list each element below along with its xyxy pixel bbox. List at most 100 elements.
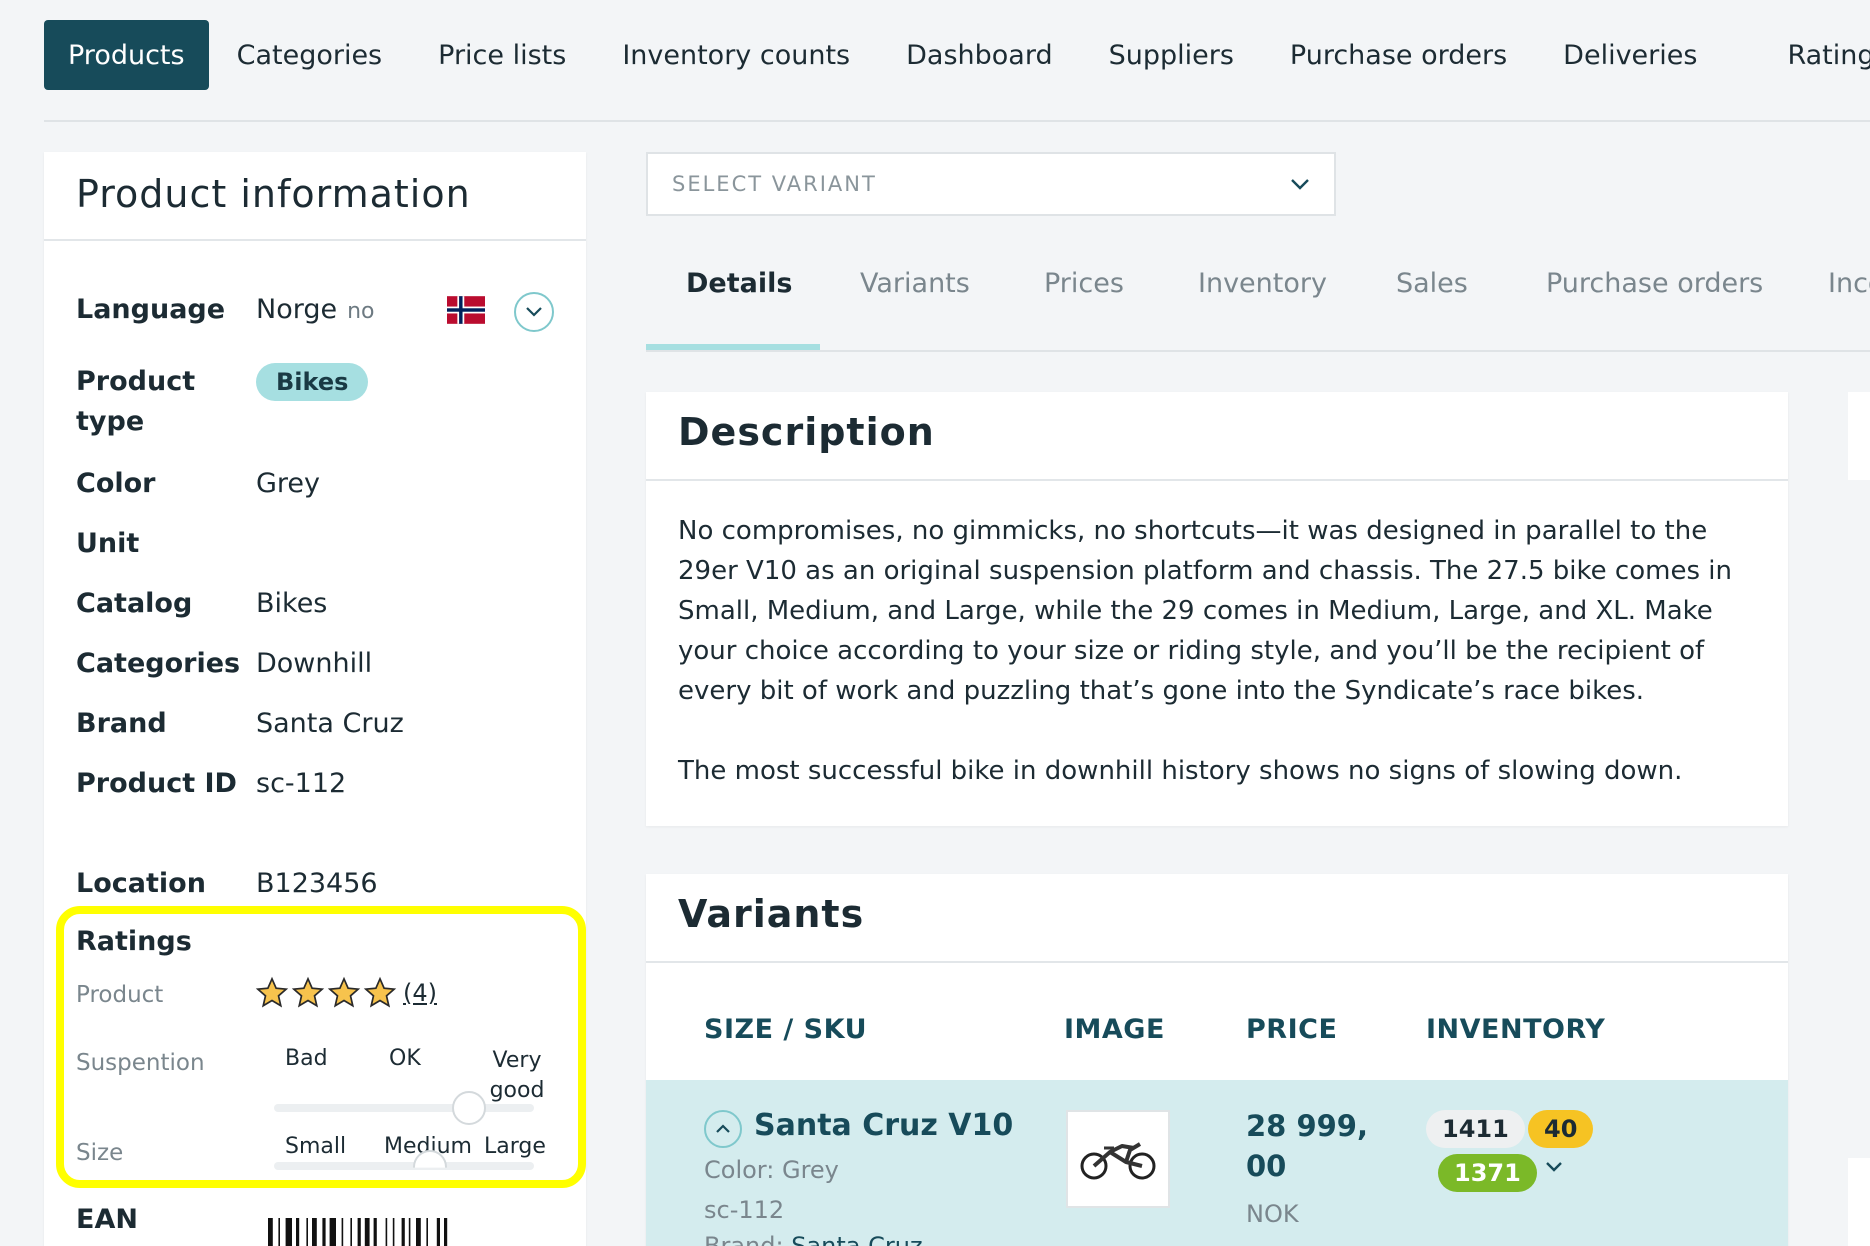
column-inventory[interactable]: INVENTORY bbox=[1426, 1014, 1605, 1045]
tab-prices[interactable]: Prices bbox=[1044, 268, 1124, 299]
suspension-slider-track[interactable] bbox=[274, 1104, 534, 1112]
description-card: Description No compromises, no gimmicks,… bbox=[646, 392, 1788, 826]
variant-color-label: Color: bbox=[704, 1156, 775, 1184]
language-dropdown-button[interactable] bbox=[514, 292, 554, 332]
suspension-rating-label: Suspention bbox=[76, 1050, 205, 1076]
nav-divider bbox=[44, 120, 1870, 122]
size-rating-label: Size bbox=[76, 1140, 124, 1166]
variant-select-placeholder: SELECT VARIANT bbox=[672, 172, 877, 196]
barcode-bar bbox=[350, 1218, 352, 1246]
variant-image[interactable] bbox=[1066, 1110, 1170, 1208]
language-name: Norge bbox=[256, 294, 338, 325]
info-row-product-id: Product ID sc-112 bbox=[76, 764, 586, 804]
tab-variants[interactable]: Variants bbox=[860, 268, 970, 299]
description-paragraph: No compromises, no gimmicks, no shortcut… bbox=[678, 516, 1732, 706]
language-code: no bbox=[347, 299, 375, 324]
column-size-sku[interactable]: SIZE / SKU bbox=[704, 1014, 867, 1045]
ean-label: EAN bbox=[76, 1204, 138, 1235]
barcode-bar bbox=[392, 1218, 395, 1246]
description-paragraph: The most successful bike in downhill his… bbox=[678, 756, 1683, 786]
barcode-image bbox=[268, 1218, 448, 1246]
variant-price: 28 999,00 bbox=[1246, 1109, 1369, 1183]
barcode-bar bbox=[296, 1218, 300, 1246]
product-id-label: Product ID bbox=[76, 768, 237, 799]
tabs-divider bbox=[646, 350, 1870, 352]
unit-label: Unit bbox=[76, 528, 140, 559]
side-card-edge bbox=[1848, 1158, 1870, 1246]
star-icon bbox=[363, 976, 397, 1008]
tab-purchase-orders[interactable]: Purchase orders bbox=[1546, 268, 1763, 299]
variant-brand-label: Brand: bbox=[704, 1232, 784, 1246]
info-row-catalog: Catalog Bikes bbox=[76, 584, 586, 624]
chevron-down-icon bbox=[1291, 179, 1309, 190]
info-row-location: Location B123456 bbox=[76, 864, 586, 904]
variant-brand-value: Santa Cruz bbox=[791, 1232, 923, 1246]
ratings-title: Ratings bbox=[76, 926, 192, 957]
variants-divider bbox=[646, 961, 1788, 963]
size-slider-track[interactable] bbox=[274, 1162, 534, 1170]
star-icon bbox=[327, 976, 361, 1008]
size-scale-large: Large bbox=[484, 1134, 546, 1159]
barcode-bar bbox=[408, 1218, 411, 1246]
star-icon bbox=[291, 976, 325, 1008]
variant-name[interactable]: Santa Cruz V10 bbox=[754, 1108, 1013, 1143]
barcode-bar bbox=[416, 1218, 421, 1246]
nav-price-lists[interactable]: Price lists bbox=[410, 20, 594, 90]
rating-count-link[interactable]: (4) bbox=[403, 979, 437, 1007]
tab-inco[interactable]: Inco bbox=[1828, 268, 1870, 299]
barcode-bar bbox=[385, 1218, 388, 1246]
location-value: B123456 bbox=[256, 868, 378, 899]
info-row-unit: Unit bbox=[76, 524, 586, 564]
panel-title: Product information bbox=[76, 172, 471, 216]
nav-categories[interactable]: Categories bbox=[209, 20, 411, 90]
tab-sales[interactable]: Sales bbox=[1396, 268, 1468, 299]
variants-card: Variants SIZE / SKU IMAGE PRICE INVENTOR… bbox=[646, 874, 1788, 1246]
product-rating-stars[interactable]: (4) bbox=[255, 976, 437, 1010]
nav-inventory-counts[interactable]: Inventory counts bbox=[594, 20, 878, 90]
nav-dashboard[interactable]: Dashboard bbox=[878, 20, 1080, 90]
info-row-categories: Categories Downhill bbox=[76, 644, 586, 684]
brand-label: Brand bbox=[76, 708, 167, 739]
column-price[interactable]: PRICE bbox=[1246, 1014, 1337, 1045]
barcode-bar bbox=[341, 1218, 344, 1246]
star-icon bbox=[255, 976, 289, 1008]
product-id-value: sc-112 bbox=[256, 768, 347, 799]
barcode-bar bbox=[426, 1218, 428, 1246]
size-scale-small: Small bbox=[285, 1134, 347, 1159]
info-row-product-type: Product type Bikes bbox=[76, 362, 586, 442]
barcode-bar bbox=[444, 1218, 448, 1246]
nav-purchase-orders[interactable]: Purchase orders bbox=[1262, 20, 1535, 90]
product-type-badge: Bikes bbox=[256, 363, 369, 401]
barcode-bar bbox=[329, 1218, 336, 1246]
suspension-scale-bad: Bad bbox=[285, 1046, 328, 1071]
nav-suppliers[interactable]: Suppliers bbox=[1081, 20, 1262, 90]
location-label: Location bbox=[76, 868, 206, 899]
bike-image bbox=[1080, 1142, 1156, 1180]
norway-flag-icon bbox=[447, 296, 485, 324]
variants-title: Variants bbox=[678, 892, 865, 936]
chevron-down-icon[interactable] bbox=[1544, 1160, 1564, 1174]
barcode-bar bbox=[322, 1218, 326, 1246]
barcode-bar bbox=[364, 1218, 370, 1246]
panel-divider bbox=[44, 239, 586, 241]
chevron-up-icon bbox=[716, 1124, 730, 1133]
barcode-bar bbox=[436, 1218, 440, 1246]
description-title: Description bbox=[678, 410, 935, 454]
nav-products[interactable]: Products bbox=[44, 20, 209, 90]
language-value: Norge no bbox=[256, 290, 375, 332]
variant-sku: sc-112 bbox=[704, 1196, 785, 1224]
table-row[interactable]: Santa Cruz V10 Color: Grey sc-112 Brand:… bbox=[646, 1080, 1788, 1246]
variant-select-dropdown[interactable]: SELECT VARIANT bbox=[646, 152, 1336, 216]
product-tabs: Details Variants Prices Inventory Sales … bbox=[646, 250, 1870, 352]
collapse-variant-button[interactable] bbox=[704, 1110, 742, 1148]
barcode-bar bbox=[268, 1218, 273, 1246]
nav-deliveries[interactable]: Deliveries bbox=[1535, 20, 1759, 90]
info-row-brand: Brand Santa Cruz bbox=[76, 704, 586, 744]
catalog-value: Bikes bbox=[256, 588, 328, 619]
tab-details[interactable]: Details bbox=[686, 268, 792, 299]
nav-ratings[interactable]: Ratings bbox=[1759, 20, 1870, 90]
suspension-slider-handle[interactable] bbox=[452, 1091, 486, 1125]
barcode-bar bbox=[278, 1218, 280, 1246]
tab-inventory[interactable]: Inventory bbox=[1198, 268, 1327, 299]
barcode-bar bbox=[312, 1218, 317, 1246]
